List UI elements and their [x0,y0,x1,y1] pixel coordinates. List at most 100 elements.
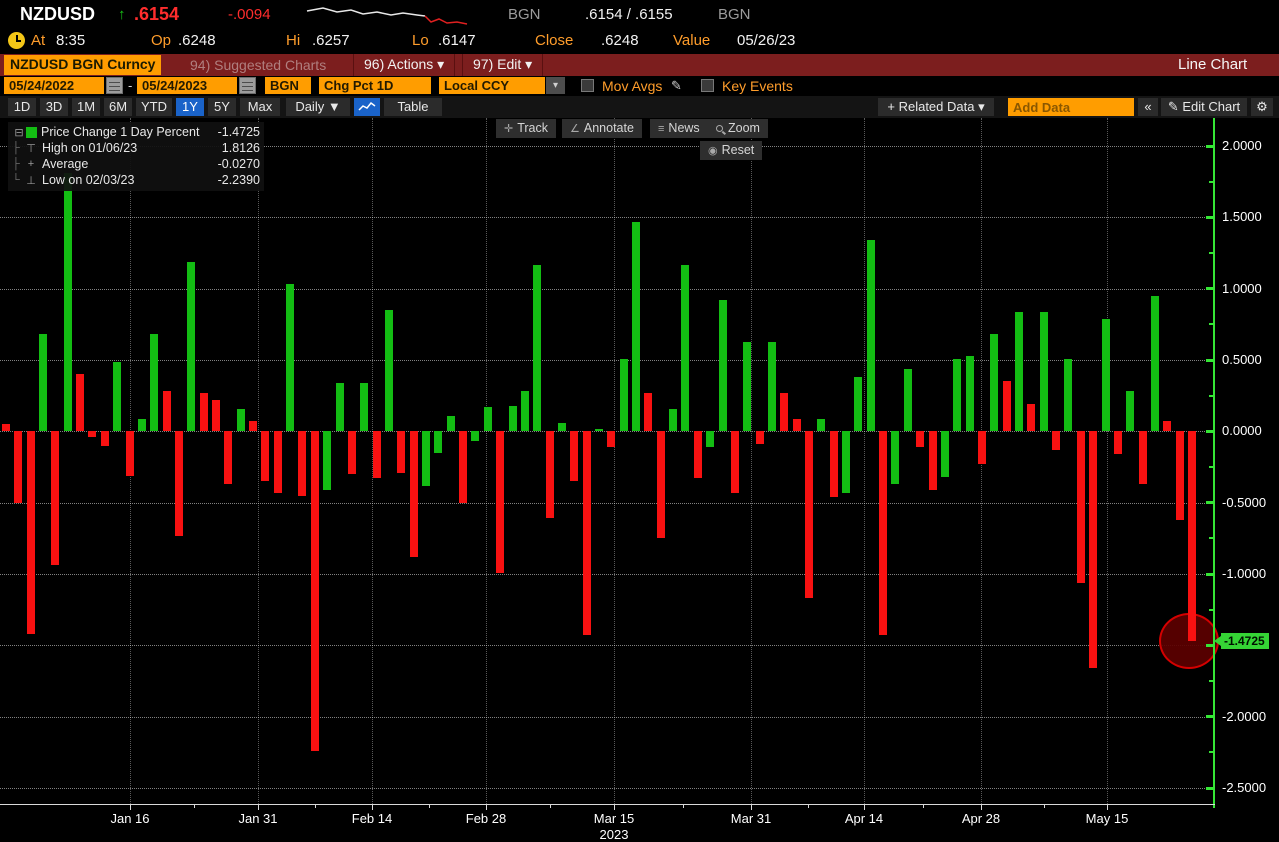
price-change-bar[interactable] [693,431,702,479]
price-change-bar[interactable] [916,431,925,448]
mov-avgs-label[interactable]: Mov Avgs [602,78,662,94]
tab-1m[interactable]: 1M [72,98,100,116]
price-change-bar[interactable] [113,361,122,432]
price-change-bar[interactable] [940,431,949,478]
price-change-bar[interactable] [384,310,393,432]
price-change-bar[interactable] [150,334,159,432]
tab-ytd[interactable]: YTD [136,98,172,116]
price-change-bar[interactable] [212,400,221,432]
price-change-bar[interactable] [347,431,356,475]
actions-menu[interactable]: 96) Actions ▾ [353,54,456,76]
price-change-bar[interactable] [706,431,715,448]
price-change-bar[interactable] [372,431,381,479]
price-change-bar[interactable] [224,431,233,485]
price-change-bar[interactable] [829,431,838,497]
price-change-bar[interactable] [76,374,85,432]
price-change-bar[interactable] [434,431,443,453]
price-change-bar[interactable] [854,377,863,432]
price-change-bar[interactable] [483,407,492,432]
price-change-bar[interactable] [891,431,900,485]
price-change-bar[interactable] [903,368,912,432]
price-change-bar[interactable] [520,391,529,432]
price-change-bar[interactable] [335,382,344,432]
price-change-bar[interactable] [100,431,109,446]
price-change-bar[interactable] [953,358,962,432]
price-change-bar[interactable] [743,341,752,432]
price-change-bar[interactable] [1002,381,1011,432]
price-change-bar[interactable] [397,431,406,473]
price-change-bar[interactable] [422,431,431,486]
tab-3d[interactable]: 3D [40,98,68,116]
edit-chart-button[interactable]: ✎ Edit Chart [1161,98,1247,116]
price-change-bar[interactable] [570,431,579,482]
price-change-bar[interactable] [977,431,986,465]
price-change-bar[interactable] [39,334,48,432]
collapse-box-icon[interactable]: ⊟ [12,126,26,139]
key-events-checkbox[interactable] [701,79,714,92]
price-change-bar[interactable] [496,431,505,573]
price-change-bar[interactable] [323,431,332,490]
price-change-bar[interactable] [1089,431,1098,669]
price-change-bar[interactable] [644,392,653,432]
security-box[interactable]: NZDUSD BGN Curncy [4,55,162,75]
price-change-bar[interactable] [1138,431,1147,485]
price-change-bar[interactable] [1064,358,1073,432]
price-change-bar[interactable] [1076,431,1085,583]
price-change-bar[interactable] [1052,431,1061,450]
price-change-bar[interactable] [866,240,875,432]
price-change-bar[interactable] [607,431,616,448]
price-change-bar[interactable] [508,405,517,432]
price-change-bar[interactable] [273,431,282,493]
price-source-field[interactable]: BGN [265,77,311,94]
price-change-bar[interactable] [51,431,60,566]
price-change-bar[interactable] [459,431,468,503]
annotate-button[interactable]: ∠ Annotate [562,119,642,138]
price-change-bar[interactable] [669,408,678,432]
price-change-bar[interactable] [879,431,888,636]
tab-6m[interactable]: 6M [104,98,132,116]
price-change-bar[interactable] [780,392,789,432]
tab-1y[interactable]: 1Y [176,98,204,116]
table-button[interactable]: Table [384,98,442,116]
reset-button[interactable]: ◉ Reset [700,141,763,160]
price-change-bar[interactable] [792,418,801,432]
price-change-bar[interactable] [1126,391,1135,432]
zoom-button[interactable]: Zoom [708,119,768,138]
price-change-bar[interactable] [817,418,826,432]
price-change-bar[interactable] [755,431,764,445]
price-change-bar[interactable] [1101,318,1110,432]
price-change-bar[interactable] [249,421,258,432]
price-change-bar[interactable] [261,431,270,482]
price-change-bar[interactable] [805,431,813,599]
price-change-bar[interactable] [1113,431,1122,455]
price-change-bar[interactable] [533,264,542,432]
track-button[interactable]: ✛ Track [496,119,557,138]
price-change-bar[interactable] [63,172,72,432]
settings-gear-icon[interactable]: ⚙ [1251,98,1273,116]
price-change-bar[interactable] [767,341,776,432]
price-change-bar[interactable] [557,422,566,432]
calendar-icon[interactable] [106,77,123,94]
price-change-bar[interactable] [236,408,245,432]
price-change-bar[interactable] [594,428,603,432]
price-change-bar[interactable] [298,431,307,496]
tab-5y[interactable]: 5Y [208,98,236,116]
price-change-bar[interactable] [730,431,739,493]
related-data-button[interactable]: + Related Data ▾ [878,98,994,116]
price-change-bar[interactable] [545,431,554,519]
price-change-bar[interactable] [409,431,418,557]
price-change-bar[interactable] [174,431,183,536]
price-change-bar[interactable] [1163,421,1172,432]
price-change-bar[interactable] [88,431,97,438]
price-change-bar[interactable] [137,418,146,432]
price-change-bar[interactable] [842,431,851,493]
study-field[interactable]: Chg Pct 1D [319,77,431,94]
price-change-bar[interactable] [187,261,196,432]
collapse-button[interactable]: « [1138,98,1158,116]
price-change-bar[interactable] [1039,311,1048,432]
edit-menu[interactable]: 97) Edit ▾ [462,54,544,76]
suggested-charts-button[interactable]: 94) Suggested Charts [190,57,326,73]
period-dropdown[interactable]: Daily ▼ [286,98,350,116]
date-from-field[interactable]: 05/24/2022 [4,77,104,94]
legend-series-row[interactable]: ⊟ Price Change 1 Day Percent -1.4725 [12,124,260,140]
